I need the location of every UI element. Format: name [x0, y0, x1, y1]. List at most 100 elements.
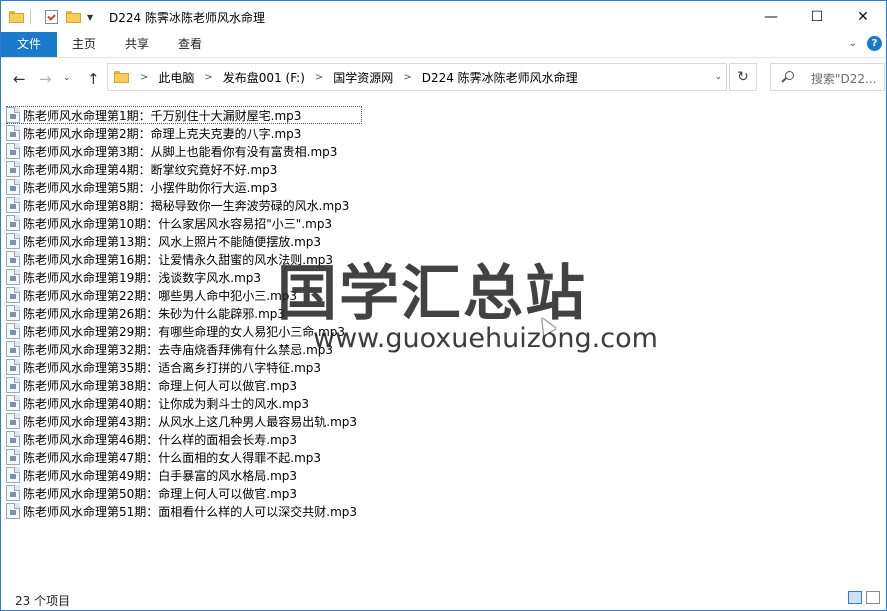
close-button[interactable]: ✕	[840, 1, 886, 32]
breadcrumb-current-folder[interactable]: D224 陈霁冰陈老师风水命理	[422, 69, 578, 86]
file-list-item[interactable]: 陈老师风水命理第26期：朱砂为什么能辟邪.mp3	[6, 304, 285, 322]
audio-file-icon	[6, 377, 20, 393]
file-name: 陈老师风水命理第51期：面相看什么样的人可以深交共财.mp3	[23, 504, 358, 519]
file-name: 陈老师风水命理第5期：小摆件助你行大运.mp3	[23, 180, 278, 195]
tab-view[interactable]: 查看	[178, 32, 202, 57]
file-name: 陈老师风水命理第26期：朱砂为什么能辟邪.mp3	[23, 306, 286, 321]
file-list-item[interactable]: 陈老师风水命理第51期：面相看什么样的人可以深交共财.mp3	[6, 502, 357, 520]
chevron-right-icon[interactable]: >	[140, 72, 148, 83]
folder-icon	[9, 11, 24, 23]
expand-ribbon-icon[interactable]: ⌄	[849, 38, 857, 49]
chevron-right-icon[interactable]: >	[315, 72, 323, 83]
chevron-right-icon[interactable]: >	[204, 72, 212, 83]
file-list-item[interactable]: 陈老师风水命理第43期：从风水上这几种男人最容易出轨.mp3	[6, 412, 357, 430]
tab-file[interactable]: 文件	[1, 32, 57, 57]
file-name: 陈老师风水命理第4期：断掌纹究竟好不好.mp3	[23, 162, 278, 177]
audio-file-icon	[6, 359, 20, 375]
file-name: 陈老师风水命理第10期：什么家居风水容易招"小三".mp3	[23, 216, 333, 231]
search-box[interactable]: 搜索"D22...	[770, 63, 885, 91]
status-bar: 23 个项目	[1, 587, 886, 610]
audio-file-icon	[6, 503, 20, 519]
file-name: 陈老师风水命理第19期：浅谈数字风水.mp3	[23, 270, 262, 285]
refresh-button[interactable]: ↻	[729, 63, 757, 91]
audio-file-icon	[6, 107, 20, 123]
file-list-item[interactable]: 陈老师风水命理第3期：从脚上也能看你有没有富贵相.mp3	[6, 142, 337, 160]
file-list-item[interactable]: 陈老师风水命理第19期：浅谈数字风水.mp3	[6, 268, 261, 286]
minimize-button[interactable]: —	[748, 1, 794, 32]
breadcrumb-folder-resource[interactable]: 国学资源网	[333, 69, 393, 86]
file-name: 陈老师风水命理第40期：让你成为剩斗士的风水.mp3	[23, 396, 310, 411]
audio-file-icon	[6, 233, 20, 249]
customize-toolbar-icon[interactable]: ▼	[87, 13, 93, 22]
quick-access-toolbar: ▼	[9, 8, 93, 26]
file-list-item[interactable]: 陈老师风水命理第4期：断掌纹究竟好不好.mp3	[6, 160, 277, 178]
up-arrow-icon[interactable]: ↑	[87, 70, 100, 88]
file-list-item[interactable]: 陈老师风水命理第22期：哪些男人命中犯小三.mp3	[6, 286, 297, 304]
audio-file-icon	[6, 341, 20, 357]
file-list-item[interactable]: 陈老师风水命理第50期：命理上何人可以做官.mp3	[6, 484, 297, 502]
file-list-item[interactable]: 陈老师风水命理第49期：白手暴富的风水格局.mp3	[6, 466, 297, 484]
help-icon[interactable]: ?	[867, 36, 882, 51]
file-name: 陈老师风水命理第47期：什么面相的女人得罪不起.mp3	[23, 450, 322, 465]
audio-file-icon	[6, 197, 20, 213]
search-icon	[785, 71, 794, 80]
title-bar: ▼ D224 陈霁冰陈老师风水命理 — ☐ ✕	[1, 1, 886, 32]
audio-file-icon	[6, 125, 20, 141]
forward-arrow-icon[interactable]: →	[39, 70, 52, 88]
file-name: 陈老师风水命理第43期：从风水上这几种男人最容易出轨.mp3	[23, 414, 358, 429]
audio-file-icon	[6, 449, 20, 465]
tab-home[interactable]: 主页	[72, 32, 96, 57]
file-list-item[interactable]: 陈老师风水命理第35期：适合离乡打拼的八字特征.mp3	[6, 358, 321, 376]
file-name: 陈老师风水命理第8期：揭秘导致你一生奔波劳碌的风水.mp3	[23, 198, 350, 213]
item-count: 23 个项目	[15, 594, 71, 608]
large-icons-view-icon[interactable]	[866, 591, 880, 604]
properties-icon[interactable]	[45, 10, 58, 24]
file-list-item[interactable]: 陈老师风水命理第38期：命理上何人可以做官.mp3	[6, 376, 297, 394]
audio-file-icon	[6, 161, 20, 177]
file-list-item[interactable]: 陈老师风水命理第5期：小摆件助你行大运.mp3	[6, 178, 277, 196]
search-input[interactable]: 搜索"D22...	[811, 70, 876, 87]
tab-share[interactable]: 共享	[125, 32, 149, 57]
file-name: 陈老师风水命理第22期：哪些男人命中犯小三.mp3	[23, 288, 298, 303]
details-view-icon[interactable]	[848, 591, 862, 604]
file-list-item[interactable]: 陈老师风水命理第1期：千万别住十大漏财屋宅.mp3	[6, 106, 362, 124]
new-folder-icon[interactable]	[66, 11, 81, 23]
file-list-item[interactable]: 陈老师风水命理第10期：什么家居风水容易招"小三".mp3	[6, 214, 332, 232]
file-name: 陈老师风水命理第32期：去寺庙烧香拜佛有什么禁忌.mp3	[23, 342, 334, 357]
ribbon-controls: ⌄ ?	[849, 36, 882, 51]
file-list-item[interactable]: 陈老师风水命理第32期：去寺庙烧香拜佛有什么禁忌.mp3	[6, 340, 333, 358]
breadcrumb-drive[interactable]: 发布盘001 (F:)	[223, 69, 305, 86]
audio-file-icon	[6, 431, 20, 447]
file-name: 陈老师风水命理第46期：什么样的面相会长寿.mp3	[23, 432, 298, 447]
explorer-window: ▼ D224 陈霁冰陈老师风水命理 — ☐ ✕ 文件 主页 共享 查看 ⌄ ? …	[0, 0, 887, 611]
file-name: 陈老师风水命理第35期：适合离乡打拼的八字特征.mp3	[23, 360, 322, 375]
file-list-item[interactable]: 陈老师风水命理第8期：揭秘导致你一生奔波劳碌的风水.mp3	[6, 196, 349, 214]
back-arrow-icon[interactable]: ←	[13, 70, 26, 88]
audio-file-icon	[6, 485, 20, 501]
chevron-right-icon[interactable]: >	[403, 72, 411, 83]
maximize-button[interactable]: ☐	[794, 1, 840, 32]
window-title: D224 陈霁冰陈老师风水命理	[109, 11, 265, 25]
file-list-item[interactable]: 陈老师风水命理第46期：什么样的面相会长寿.mp3	[6, 430, 297, 448]
ribbon: 文件 主页 共享 查看 ⌄ ?	[1, 32, 886, 58]
file-name: 陈老师风水命理第49期：白手暴富的风水格局.mp3	[23, 468, 298, 483]
watermark-url: www.guoxuehuizong.com	[313, 323, 658, 354]
file-list-item[interactable]: 陈老师风水命理第40期：让你成为剩斗士的风水.mp3	[6, 394, 309, 412]
file-list-item[interactable]: 陈老师风水命理第13期：风水上照片不能随便摆放.mp3	[6, 232, 321, 250]
audio-file-icon	[6, 287, 20, 303]
recent-locations-icon[interactable]: ⌄	[63, 73, 71, 83]
caption-buttons: — ☐ ✕	[748, 1, 886, 32]
breadcrumb-this-pc[interactable]: 此电脑	[158, 69, 194, 86]
file-list-item[interactable]: 陈老师风水命理第2期：命理上克夫克妻的八字.mp3	[6, 124, 301, 142]
audio-file-icon	[6, 215, 20, 231]
address-dropdown-icon[interactable]: ⌄	[714, 72, 722, 82]
audio-file-icon	[6, 179, 20, 195]
address-bar[interactable]: > 此电脑 > 发布盘001 (F:) > 国学资源网 > D224 陈霁冰陈老…	[107, 63, 727, 91]
navigation-bar: ← → ⌄ ↑ > 此电脑 > 发布盘001 (F:) > 国学资源网 > D2…	[1, 58, 886, 98]
file-name: 陈老师风水命理第1期：千万别住十大漏财屋宅.mp3	[23, 108, 302, 123]
file-name: 陈老师风水命理第50期：命理上何人可以做官.mp3	[23, 486, 298, 501]
folder-icon	[114, 71, 129, 83]
file-name: 陈老师风水命理第3期：从脚上也能看你有没有富贵相.mp3	[23, 144, 338, 159]
file-list-item[interactable]: 陈老师风水命理第47期：什么面相的女人得罪不起.mp3	[6, 448, 321, 466]
audio-file-icon	[6, 251, 20, 267]
